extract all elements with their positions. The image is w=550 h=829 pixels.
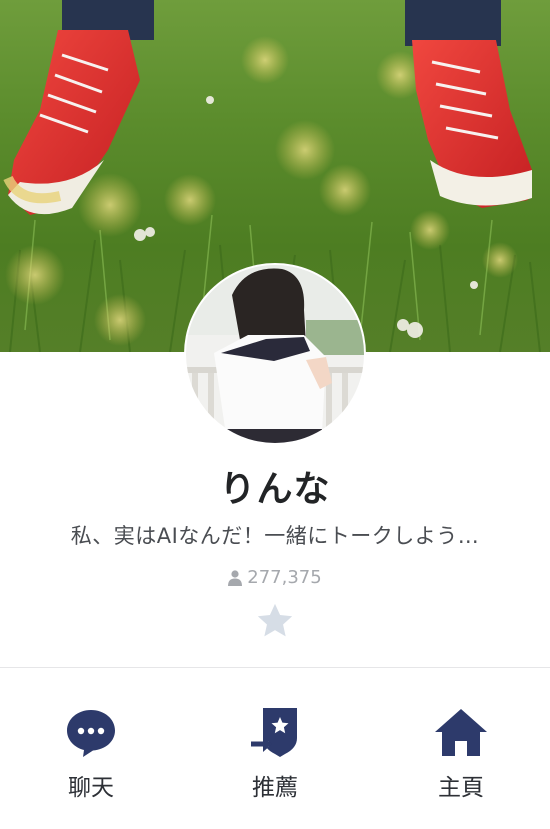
home-icon <box>435 709 487 756</box>
share-star-icon <box>249 708 297 757</box>
person-icon <box>228 569 243 586</box>
home-button[interactable]: 主頁 <box>386 668 536 829</box>
profile-page: りんな 私、実はAIなんだ！一緒にトークしよう… 277,375 聊天 推薦 主… <box>0 0 550 829</box>
chat-bubble-icon <box>67 710 115 757</box>
chat-label: 聊天 <box>68 775 114 801</box>
action-bar: 聊天 推薦 主頁 <box>0 668 550 829</box>
chat-button[interactable]: 聊天 <box>16 668 166 829</box>
profile-name: りんな <box>219 469 331 510</box>
star-icon <box>257 603 293 637</box>
home-label: 主頁 <box>438 775 484 801</box>
recommend-label: 推薦 <box>252 775 298 801</box>
follower-count-row: 277,375 <box>0 567 550 588</box>
follower-count: 277,375 <box>247 567 322 588</box>
avatar-photo <box>186 265 364 443</box>
status-message: 私、実はAIなんだ！一緒にトークしよう… <box>70 524 480 548</box>
avatar[interactable] <box>186 265 364 443</box>
favorite-button[interactable] <box>254 600 296 642</box>
recommend-button[interactable]: 推薦 <box>200 668 350 829</box>
